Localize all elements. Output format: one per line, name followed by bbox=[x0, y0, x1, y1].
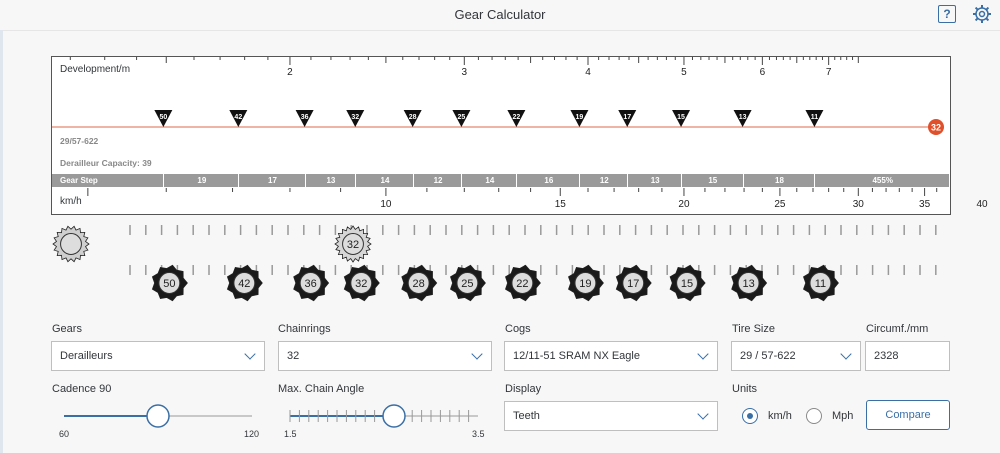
gear-step-cell: 15 bbox=[681, 174, 744, 187]
derailleur-capacity-label: Derailleur Capacity: 39 bbox=[60, 158, 152, 168]
circumference-input[interactable]: 2328 bbox=[865, 341, 950, 371]
cog-gear-icon: 50 bbox=[151, 264, 188, 302]
units-mph-label[interactable]: Mph bbox=[832, 410, 853, 422]
gears-select[interactable]: Derailleurs bbox=[51, 341, 265, 371]
svg-text:32: 32 bbox=[355, 278, 367, 290]
chainrings-label: Chainrings bbox=[278, 323, 331, 335]
speed-axis-label: km/h bbox=[60, 196, 82, 207]
gear-step-cell: 455% bbox=[814, 174, 950, 187]
svg-text:13: 13 bbox=[742, 278, 754, 290]
units-label: Units bbox=[732, 383, 758, 395]
cog-gear-icon: 19 bbox=[568, 264, 604, 302]
gear-step-cell: 12 bbox=[579, 174, 628, 187]
chevron-down-icon bbox=[471, 348, 483, 360]
svg-text:50: 50 bbox=[163, 278, 175, 290]
cog-gear-icon: 36 bbox=[293, 264, 330, 302]
settings-gear-icon[interactable] bbox=[972, 4, 992, 24]
units-kmh-label[interactable]: km/h bbox=[768, 410, 792, 422]
gear-step-cell: 19 bbox=[163, 174, 239, 187]
title-bar: Gear Calculator ? bbox=[0, 0, 1000, 31]
cog-gear-icon: 32 bbox=[343, 264, 380, 302]
gear-step-cell: 16 bbox=[516, 174, 580, 187]
development-axis-label: Development/m bbox=[60, 64, 131, 75]
cog-gear-icon: 28 bbox=[401, 264, 438, 302]
cog-gear-icon: 22 bbox=[505, 264, 541, 302]
gear-step-label: Gear Step bbox=[60, 176, 98, 185]
tire-spec-label: 29/57-622 bbox=[60, 136, 99, 146]
chain-angle-slider-handle bbox=[382, 404, 406, 428]
cogs-label: Cogs bbox=[505, 323, 531, 335]
chevron-down-icon bbox=[697, 348, 709, 360]
svg-text:11: 11 bbox=[815, 278, 826, 290]
cog-gear-icon: 15 bbox=[669, 264, 706, 302]
gear-step-cell: 13 bbox=[304, 174, 357, 187]
cogs-value: 12/11-51 SRAM NX Eagle bbox=[513, 350, 640, 362]
chain-angle-min: 1.5 bbox=[284, 429, 297, 439]
chevron-down-icon bbox=[697, 408, 709, 420]
cadence-label: Cadence 90 bbox=[52, 383, 112, 395]
chain-angle-label: Max. Chain Angle bbox=[278, 383, 365, 395]
chevron-down-icon bbox=[244, 348, 256, 360]
drivetrain-visual: 32 11 13 15 17 19 22 25 28 32 36 42 50 bbox=[52, 225, 937, 302]
chainring-gear-icon: 32 bbox=[334, 225, 372, 263]
left-gear-icon bbox=[52, 225, 90, 263]
speed-tick-label: 40 bbox=[976, 199, 988, 210]
display-label: Display bbox=[505, 383, 542, 395]
chain-angle-slider[interactable] bbox=[278, 400, 488, 430]
cadence-slider-handle[interactable] bbox=[146, 404, 170, 428]
development-chart bbox=[51, 56, 951, 215]
gears-value: Derailleurs bbox=[60, 350, 113, 362]
cog-gear-icon: 25 bbox=[450, 264, 486, 302]
tire-size-select[interactable]: 29 / 57-622 bbox=[731, 341, 861, 371]
chainrings-value: 32 bbox=[287, 350, 300, 362]
svg-text:25: 25 bbox=[461, 278, 473, 290]
svg-text:19: 19 bbox=[579, 278, 591, 290]
chevron-down-icon bbox=[840, 348, 852, 360]
svg-text:36: 36 bbox=[304, 278, 316, 290]
app-title: Gear Calculator bbox=[454, 7, 546, 22]
cog-gear-icon: 17 bbox=[615, 264, 652, 302]
compare-button[interactable]: Compare bbox=[866, 400, 950, 430]
units-kmh-radio[interactable] bbox=[742, 408, 758, 424]
cogs-select[interactable]: 12/11-51 SRAM NX Eagle bbox=[504, 341, 718, 371]
gear-step-cell: 12 bbox=[412, 174, 463, 187]
radio-selected-dot bbox=[747, 413, 753, 419]
cadence-max: 120 bbox=[244, 429, 260, 439]
gears-label: Gears bbox=[52, 323, 82, 335]
svg-text:32: 32 bbox=[347, 239, 359, 251]
chainrings-select[interactable]: 32 bbox=[278, 341, 492, 371]
svg-text:15: 15 bbox=[681, 278, 693, 290]
units-mph-radio[interactable] bbox=[806, 408, 822, 424]
gear-step-bar: Gear Step 19 17 13 14 12 14 16 12 13 15 18 455% bbox=[52, 174, 949, 187]
cadence-min: 60 bbox=[59, 429, 70, 439]
cadence-slider[interactable] bbox=[52, 400, 262, 430]
svg-text:17: 17 bbox=[627, 278, 639, 290]
chain-angle-max: 3.5 bbox=[472, 429, 485, 439]
display-value: Teeth bbox=[513, 410, 540, 422]
circumference-label: Circumf./mm bbox=[866, 323, 929, 335]
svg-text:42: 42 bbox=[238, 278, 250, 290]
app-window: Gear Calculator ? 2 3 4 5 6 7 50 42 36 32 28 25 22 19… bbox=[0, 0, 1000, 453]
tire-size-value: 29 / 57-622 bbox=[740, 350, 796, 362]
gear-step-cell: 14 bbox=[355, 174, 413, 187]
help-icon[interactable]: ? bbox=[938, 5, 956, 23]
gear-step-cell: 14 bbox=[461, 174, 517, 187]
svg-text:28: 28 bbox=[413, 278, 425, 290]
tire-size-label: Tire Size bbox=[732, 323, 775, 335]
display-select[interactable]: Teeth bbox=[504, 401, 718, 431]
gear-step-cell: 17 bbox=[238, 174, 305, 187]
gear-step-cell: 18 bbox=[742, 174, 816, 187]
svg-text:22: 22 bbox=[516, 278, 528, 290]
gear-step-cell: 13 bbox=[627, 174, 682, 187]
